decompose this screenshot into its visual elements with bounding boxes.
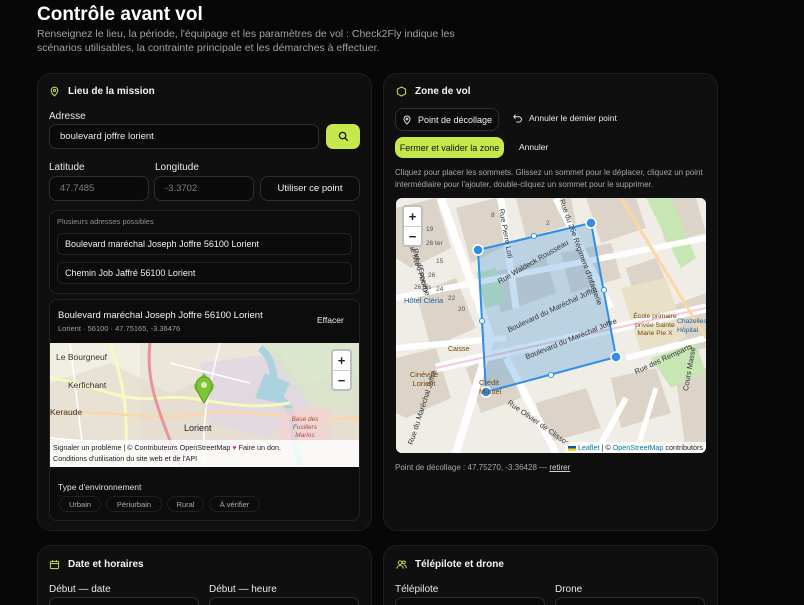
environment-option-urbain[interactable]: Urbain — [59, 496, 101, 512]
schedule-title: Date et horaires — [68, 559, 144, 570]
house-number: 15 — [436, 258, 444, 265]
zone-help-text: Cliquez pour placer les sommets. Glissez… — [395, 168, 703, 189]
users-icon — [396, 560, 407, 569]
address-suggestions: Plusieurs adresses possibles Boulevard m… — [49, 210, 360, 294]
zone-map-attribution: Leaflet | © OpenStreetMap contributors — [564, 442, 706, 453]
undo-icon — [513, 114, 522, 123]
longitude-input[interactable]: -3.3702 — [154, 176, 254, 201]
suggestion-item[interactable]: Chemin Job Jaffré 56100 Lorient — [57, 262, 352, 284]
house-number: 26 — [428, 272, 436, 279]
calendar-icon — [49, 560, 60, 570]
terms-link[interactable]: Conditions d'utilisation du site web et … — [53, 454, 197, 463]
environment-option-periurbain[interactable]: Périurbain — [106, 496, 162, 512]
poi-label: Cinéville Lorient — [409, 370, 439, 388]
close-validate-zone-button[interactable]: Fermer et valider la zone — [395, 137, 504, 158]
schedule-header: Date et horaires — [49, 559, 144, 570]
flight-zone-map[interactable]: Rue Marc Pourpe Rue Pierre Loti Rue du 2… — [396, 198, 706, 453]
longitude-label: Longitude — [155, 162, 199, 173]
map-label: Le Bourgneuf — [56, 352, 108, 362]
pilot-drone-header: Télépilote et drone — [396, 559, 504, 570]
house-number: 24 — [436, 286, 444, 293]
poi-label: Crédit Mutuel — [479, 378, 502, 396]
location-map-zoom: + − — [331, 349, 352, 391]
house-number: 2 — [546, 220, 550, 227]
page-subtitle: Renseignez le lieu, la période, l'équipa… — [37, 28, 455, 54]
leaflet-link[interactable]: Leaflet — [578, 443, 600, 452]
flight-zone-header: Zone de vol — [396, 86, 471, 97]
openstreetmap-link[interactable]: OpenStreetMap — [613, 443, 664, 452]
mission-location-header: Lieu de la mission — [49, 86, 155, 97]
flag-icon — [567, 445, 576, 451]
start-date-input[interactable] — [49, 597, 199, 605]
contributors-text: contributors — [663, 443, 703, 452]
map-pin-icon — [50, 86, 59, 97]
zoom-out-button[interactable]: − — [333, 370, 350, 389]
poi-label: École primaire privée Sainte Marie Pie X — [633, 313, 677, 337]
pilot-select[interactable] — [395, 597, 545, 605]
search-icon — [338, 131, 348, 142]
poi-label: Chazelles Hôpital — [677, 318, 706, 334]
remove-takeoff-link[interactable]: retirer — [549, 463, 570, 472]
zoom-out-button[interactable]: − — [404, 226, 421, 245]
mission-location-title: Lieu de la mission — [68, 86, 155, 97]
drone-select[interactable] — [555, 597, 705, 605]
house-number: 26 bis — [414, 284, 432, 291]
use-point-button[interactable]: Utiliser ce point — [260, 176, 360, 201]
start-time-input[interactable] — [209, 597, 359, 605]
latitude-label: Latitude — [49, 162, 85, 173]
search-button[interactable] — [326, 124, 360, 149]
address-input[interactable]: boulevard joffre lorient — [49, 124, 319, 149]
takeoff-point-button[interactable]: Point de décollage — [395, 108, 499, 131]
location-marker-icon — [195, 376, 213, 409]
environment-option-rural[interactable]: Rural — [167, 496, 204, 512]
suggestions-title: Plusieurs adresses possibles — [57, 217, 154, 226]
start-time-label: Début — heure — [209, 584, 277, 595]
clear-address-button[interactable]: Effacer — [317, 315, 344, 325]
environment-option-a-verifier[interactable]: À vérifier — [209, 496, 260, 512]
latitude-input[interactable]: 47.7485 — [49, 176, 149, 201]
house-number: 19 — [426, 226, 434, 233]
map-label: Kerfichant — [68, 380, 107, 390]
poi-label: Caisse — [448, 346, 470, 353]
map-label: Lorient — [184, 423, 212, 433]
takeoff-coordinates: Point de décollage : 47.75270, -3.36428 … — [395, 463, 548, 472]
report-problem-link[interactable]: Signaler un problème — [53, 443, 121, 452]
donate-link[interactable]: Faire un don. — [239, 443, 281, 452]
zoom-in-button[interactable]: + — [333, 351, 350, 370]
takeoff-point-info: Point de décollage : 47.75270, -3.36428 … — [395, 463, 570, 472]
house-number: 20 — [458, 306, 466, 313]
poi-label: Hôtel Cléria — [404, 296, 444, 305]
hexagon-icon — [396, 86, 407, 97]
house-number: 8 — [491, 212, 495, 219]
map-label: Keraude — [50, 407, 83, 417]
map-label: Base des Fusiliers Marins — [291, 416, 319, 439]
pilot-drone-card — [383, 545, 718, 605]
house-number: 22 — [448, 295, 456, 302]
zone-map-zoom: + − — [402, 205, 423, 247]
pilot-label: Télépilote — [395, 584, 439, 595]
cancel-zone-button[interactable]: Annuler — [519, 142, 548, 152]
pilot-drone-title: Télépilote et drone — [415, 559, 504, 570]
zoom-in-button[interactable]: + — [404, 207, 421, 226]
start-date-label: Début — date — [49, 584, 111, 595]
undo-last-point-button[interactable]: Annuler le dernier point — [513, 113, 617, 123]
suggestion-item[interactable]: Boulevard maréchal Joseph Joffre 56100 L… — [57, 233, 352, 255]
location-map[interactable]: Le Bourgneuf Kerfichant Keraude Lorient … — [50, 343, 359, 467]
selected-address-name: Boulevard maréchal Joseph Joffre 56100 L… — [58, 310, 263, 321]
heart-icon: ♥ — [232, 443, 237, 452]
takeoff-point-label: Point de décollage — [417, 114, 493, 125]
flight-zone-title: Zone de vol — [415, 86, 471, 97]
drone-label: Drone — [555, 584, 583, 595]
environment-label: Type d'environnement — [58, 482, 142, 492]
undo-last-point-label: Annuler le dernier point — [529, 113, 617, 123]
location-map-attribution: Signaler un problème | © Contributeurs O… — [50, 440, 359, 467]
address-label: Adresse — [49, 111, 86, 122]
house-number: 26 ter — [426, 240, 443, 247]
schedule-card — [37, 545, 372, 605]
selected-address-details: Lorient · 56100 · 47.75165, -3.36476 — [58, 324, 181, 333]
page-title: Contrôle avant vol — [37, 4, 203, 25]
map-pin-icon — [403, 115, 411, 125]
osm-contributors-text: | © Contributeurs OpenStreetMap — [123, 443, 231, 452]
